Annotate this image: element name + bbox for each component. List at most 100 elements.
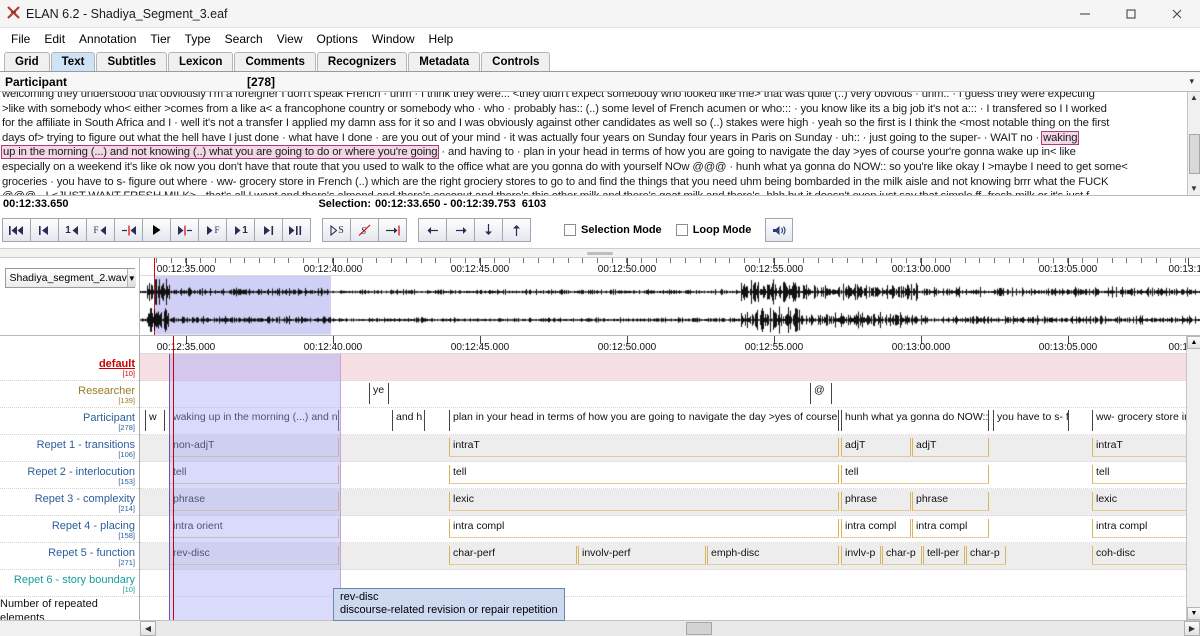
play-selection-button[interactable]: S	[322, 218, 351, 242]
annotation-cell[interactable]: tell	[1092, 465, 1200, 484]
tab-grid[interactable]: Grid	[4, 52, 50, 71]
annotation-cell[interactable]: intra compl	[1092, 519, 1200, 538]
tier-name-repet-3-complexity[interactable]: Repet 3 - complexity [214]	[0, 489, 139, 516]
annotation-cell[interactable]: emph-disc	[707, 546, 839, 565]
scrollbar-thumb[interactable]	[686, 622, 712, 635]
annotation-cell[interactable]: you have to s- fig	[993, 410, 1069, 431]
play-selection-end-button[interactable]	[170, 218, 199, 242]
scroll-up-icon[interactable]: ▲	[1190, 92, 1198, 104]
selection-mode-checkbox[interactable]: Selection Mode	[564, 224, 662, 236]
annotation-cell[interactable]: adjT	[912, 438, 989, 457]
annotation-cell[interactable]: intraT	[449, 438, 839, 457]
menu-annotation[interactable]: Annotation	[72, 30, 143, 48]
tier-name-researcher[interactable]: Researcher [139]	[0, 381, 139, 408]
shift-down-button[interactable]	[474, 218, 503, 242]
timeline-ruler[interactable]: 00:12:35.000 00:12:40.000 00:12:45.000 00:1…	[140, 336, 1200, 354]
annotation-cell[interactable]: plan in your head in terms of how you ar…	[449, 410, 839, 431]
shift-up-button[interactable]	[502, 218, 531, 242]
menu-file[interactable]: File	[4, 30, 37, 48]
go-to-begin-button[interactable]	[2, 218, 31, 242]
menu-edit[interactable]: Edit	[37, 30, 72, 48]
chevron-down-icon[interactable]: ▾	[1189, 76, 1194, 87]
shift-right-button[interactable]	[446, 218, 475, 242]
tier-name-number-of-repeated-elements[interactable]: Number of repeated elements	[0, 597, 139, 621]
annotation-cell[interactable]: char-perf	[449, 546, 577, 565]
annotation-cell[interactable]: phrase	[912, 492, 989, 511]
annotation-cell[interactable]: involv-perf	[578, 546, 706, 565]
timeline-vertical-scrollbar[interactable]: ▲ ▼	[1186, 336, 1200, 620]
tab-subtitles[interactable]: Subtitles	[96, 52, 167, 71]
speaker-icon[interactable]	[765, 218, 794, 242]
previous-frame-button[interactable]: 1	[58, 218, 87, 242]
annotation-cell[interactable]: intra compl	[841, 519, 911, 538]
menu-window[interactable]: Window	[365, 30, 422, 48]
loop-mode-checkbox[interactable]: Loop Mode	[675, 224, 751, 236]
panel-divider[interactable]	[0, 248, 1200, 258]
chevron-down-icon[interactable]: ▼	[126, 269, 136, 287]
annotation-cell[interactable]: char-p	[966, 546, 1006, 565]
annotation-cell[interactable]: intra compl	[912, 519, 989, 538]
previous-annotation-button[interactable]: F	[86, 218, 115, 242]
menu-view[interactable]: View	[270, 30, 310, 48]
tier-name-repet-2-interlocution[interactable]: Repet 2 - interlocution [153]	[0, 462, 139, 489]
tier-annotation-grid[interactable]: 00:12:35.000 00:12:40.000 00:12:45.000 00:1…	[140, 336, 1200, 620]
close-button[interactable]	[1154, 0, 1200, 28]
menu-search[interactable]: Search	[218, 30, 270, 48]
annotation-cell[interactable]: ww- grocery store in	[1092, 410, 1200, 431]
annotation-cell[interactable]: intra compl	[449, 519, 839, 538]
annotation-cell[interactable]: and h	[392, 410, 425, 431]
text-transcript-panel[interactable]: welcoming they understood that obviously…	[0, 92, 1200, 196]
shift-left-button[interactable]	[418, 218, 447, 242]
timeline-horizontal-scrollbar[interactable]: ◀ ▶	[0, 620, 1200, 636]
scroll-down-icon[interactable]: ▼	[1187, 607, 1200, 620]
tab-lexicon[interactable]: Lexicon	[168, 52, 234, 71]
tier-name-repet-5-function[interactable]: Repet 5 - function [271]	[0, 543, 139, 570]
tab-comments[interactable]: Comments	[234, 52, 316, 71]
annotation-cell[interactable]: lexic	[449, 492, 839, 511]
go-to-end-button[interactable]	[282, 218, 311, 242]
annotation-cell[interactable]: coh-disc	[1092, 546, 1200, 565]
maximize-button[interactable]	[1108, 0, 1154, 28]
scroll-left-icon[interactable]: ◀	[140, 621, 156, 636]
tier-name-default[interactable]: default [10]	[0, 354, 139, 381]
annotation-cell[interactable]: tell	[841, 465, 989, 484]
waveform-time-ruler[interactable]: 00:12:35.000 00:12:40.000 00:12:45.000 00:1…	[140, 258, 1200, 276]
tab-metadata[interactable]: Metadata	[408, 52, 481, 71]
menu-tier[interactable]: Tier	[143, 30, 177, 48]
tab-controls[interactable]: Controls	[481, 52, 551, 71]
scroll-right-icon[interactable]: ▶	[1184, 621, 1200, 636]
tier-name-repet-6-story-boundary[interactable]: Repet 6 - story boundary [10]	[0, 570, 139, 597]
tier-name-participant[interactable]: Participant [278]	[0, 408, 139, 435]
menu-options[interactable]: Options	[310, 30, 365, 48]
annotation-cell[interactable]: phrase	[841, 492, 911, 511]
scroll-down-icon[interactable]: ▼	[1190, 183, 1198, 195]
tier-name-repet-4-placing[interactable]: Repet 4 - placing [158]	[0, 516, 139, 543]
annotation-cell[interactable]: w	[145, 410, 165, 431]
menu-type[interactable]: Type	[178, 30, 218, 48]
timeline-playhead[interactable]	[173, 336, 174, 620]
clear-selection-button[interactable]: S	[350, 218, 379, 242]
audio-file-selector[interactable]: Shadiya_segment_2.wav ▼	[4, 268, 136, 288]
annotation-cell[interactable]: @	[810, 383, 832, 404]
annotation-cell[interactable]: tell-per	[923, 546, 965, 565]
annotation-cell[interactable]: adjT	[841, 438, 911, 457]
next-annotation-button[interactable]: F	[198, 218, 227, 242]
scrollbar-thumb[interactable]	[1188, 134, 1200, 174]
previous-scroll-button[interactable]	[30, 218, 59, 242]
tier-name-column[interactable]: default [10] Researcher [139] Participant [27…	[0, 336, 140, 620]
annotation-cell[interactable]: invlv-p	[841, 546, 881, 565]
move-crosshair-to-selection-button[interactable]	[378, 218, 407, 242]
play-selection-start-button[interactable]	[114, 218, 143, 242]
waveform-canvas-area[interactable]: 00:12:35.000 00:12:40.000 00:12:45.000 00:1…	[140, 258, 1200, 335]
minimize-button[interactable]	[1062, 0, 1108, 28]
menu-help[interactable]: Help	[422, 30, 461, 48]
tab-recognizers[interactable]: Recognizers	[316, 52, 408, 71]
checkbox-box[interactable]	[675, 224, 688, 236]
scrollbar-track[interactable]	[156, 621, 1184, 636]
tier-name-repet-1-transitions[interactable]: Repet 1 - transitions [106]	[0, 435, 139, 462]
annotation-cell[interactable]: intraT	[1092, 438, 1200, 457]
annotation-cell[interactable]: ye	[369, 383, 389, 404]
annotation-cell[interactable]: lexic	[1092, 492, 1200, 511]
annotation-cell[interactable]: tell	[449, 465, 839, 484]
play-button[interactable]	[142, 218, 171, 242]
